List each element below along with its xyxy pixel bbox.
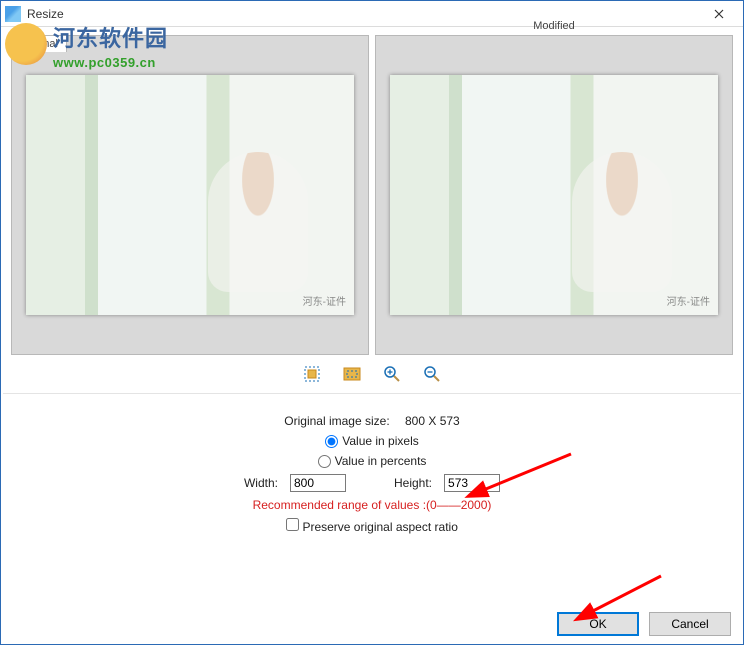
radio-percents-input[interactable]: [318, 455, 331, 468]
zoom-in-icon[interactable]: [383, 365, 401, 383]
original-size-label: Original image size:: [284, 414, 389, 428]
height-label: Height:: [394, 476, 432, 490]
resize-dialog: Resize 河东软件园 www.pc0359.cn Original 河东-证…: [0, 0, 744, 645]
zoom-out-icon[interactable]: [423, 365, 441, 383]
watermark-logo: [5, 23, 47, 65]
preview-modified: Modified 河东-证件: [375, 35, 733, 355]
zoom-toolbar: [1, 361, 743, 393]
radio-pixels-label: Value in pixels: [342, 434, 419, 448]
fit-window-icon[interactable]: [303, 365, 321, 383]
watermark-text-cn: 河东软件园: [53, 21, 168, 53]
radio-pixels[interactable]: Value in pixels: [325, 434, 419, 448]
recommended-range: Recommended range of values :(0——2000): [253, 498, 492, 512]
preview-modified-tab: Modified: [525, 18, 583, 34]
width-label: Width:: [244, 476, 278, 490]
radio-pixels-input[interactable]: [325, 435, 338, 448]
preview-original-image: [26, 75, 354, 315]
preview-area: Original 河东-证件 Modified 河东-证件: [1, 27, 743, 361]
height-input[interactable]: [444, 474, 500, 492]
radio-percents-label: Value in percents: [335, 454, 427, 468]
original-size-value: 800 X 573: [405, 414, 460, 428]
preserve-aspect-checkbox[interactable]: [286, 518, 299, 531]
close-button[interactable]: [699, 3, 739, 25]
watermark-text-url: www.pc0359.cn: [53, 55, 168, 70]
app-icon: [5, 6, 21, 22]
dialog-buttons: OK Cancel: [557, 612, 731, 636]
image-caption-right: 河东-证件: [667, 293, 710, 308]
cancel-button[interactable]: Cancel: [649, 612, 731, 636]
preserve-aspect[interactable]: Preserve original aspect ratio: [286, 518, 458, 534]
preview-original: Original 河东-证件: [11, 35, 369, 355]
watermark: 河东软件园 www.pc0359.cn: [7, 21, 168, 70]
preserve-aspect-label: Preserve original aspect ratio: [302, 520, 457, 534]
window-title: Resize: [27, 7, 699, 21]
radio-percents[interactable]: Value in percents: [318, 454, 427, 468]
resize-form: Original image size: 800 X 573 Value in …: [1, 394, 743, 534]
ok-button[interactable]: OK: [557, 612, 639, 636]
width-input[interactable]: [290, 474, 346, 492]
image-caption-left: 河东-证件: [303, 293, 346, 308]
actual-size-icon[interactable]: [343, 365, 361, 383]
preview-modified-image: [390, 75, 718, 315]
